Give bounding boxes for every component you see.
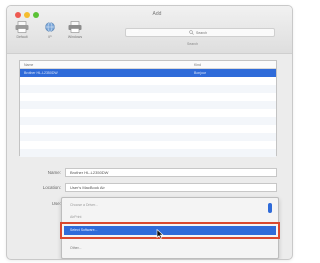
window-title: Add <box>152 11 162 17</box>
globe-icon <box>45 22 55 32</box>
default-label: Default <box>16 35 28 39</box>
menu-item-choose-driver[interactable]: Choose a Driver... <box>64 201 276 210</box>
menu-item-select-software[interactable]: Select Software... <box>60 222 280 239</box>
search-icon <box>189 30 194 35</box>
list-item[interactable] <box>20 101 276 109</box>
list-item[interactable] <box>20 109 276 117</box>
location-label: Location: <box>42 185 61 190</box>
list-item[interactable]: Brother HL-L2350DW Bonjour <box>20 69 276 77</box>
search-input[interactable] <box>196 30 236 35</box>
mouse-pointer-icon <box>156 229 164 239</box>
list-item[interactable] <box>20 93 276 101</box>
list-item[interactable] <box>20 77 276 85</box>
use-label: Use: <box>51 201 61 206</box>
windows-printer-button[interactable]: Windows <box>63 21 87 39</box>
printer-kind-cell: Bonjour <box>194 71 207 75</box>
printer-name-cell: Brother HL-L2350DW <box>24 71 58 75</box>
name-field[interactable]: Brother HL-L2350DW <box>65 168 277 177</box>
column-header-name[interactable]: Name <box>20 63 190 67</box>
close-window-button[interactable] <box>15 12 21 18</box>
search-field[interactable] <box>125 28 275 37</box>
name-label: Name: <box>47 170 61 175</box>
column-header-kind[interactable]: Kind <box>190 63 201 67</box>
toolbar: Add Default IP Windows Search Search <box>7 6 292 54</box>
ip-printer-button[interactable]: IP <box>41 21 59 39</box>
list-item[interactable] <box>20 125 276 133</box>
windows-printer-icon <box>68 21 82 33</box>
windows-label: Windows <box>67 35 83 39</box>
minimize-window-button[interactable] <box>24 12 30 18</box>
list-item[interactable] <box>20 133 276 141</box>
printer-list[interactable]: Name Kind Brother HL-L2350DW Bonjour <box>19 60 277 157</box>
list-item[interactable] <box>20 85 276 93</box>
location-field[interactable]: User's MacBook Air <box>65 183 277 192</box>
add-printer-window: Add Default IP Windows Search Search Nam… <box>6 5 293 260</box>
list-header: Name Kind <box>20 61 276 69</box>
zoom-window-button[interactable] <box>33 12 39 18</box>
search-label: Search <box>187 42 199 46</box>
menu-item-other[interactable]: Other... <box>64 244 276 253</box>
menu-item-airprint[interactable]: AirPrint <box>64 213 276 222</box>
list-item[interactable] <box>20 117 276 125</box>
ip-label: IP <box>48 35 52 39</box>
default-printer-button[interactable]: Default <box>13 21 31 39</box>
use-dropdown-menu[interactable]: Choose a Driver... AirPrint Select Softw… <box>60 197 280 259</box>
printer-icon <box>15 21 29 33</box>
popup-arrows-icon <box>268 203 272 213</box>
list-item[interactable] <box>20 141 276 149</box>
list-item[interactable] <box>20 149 276 157</box>
